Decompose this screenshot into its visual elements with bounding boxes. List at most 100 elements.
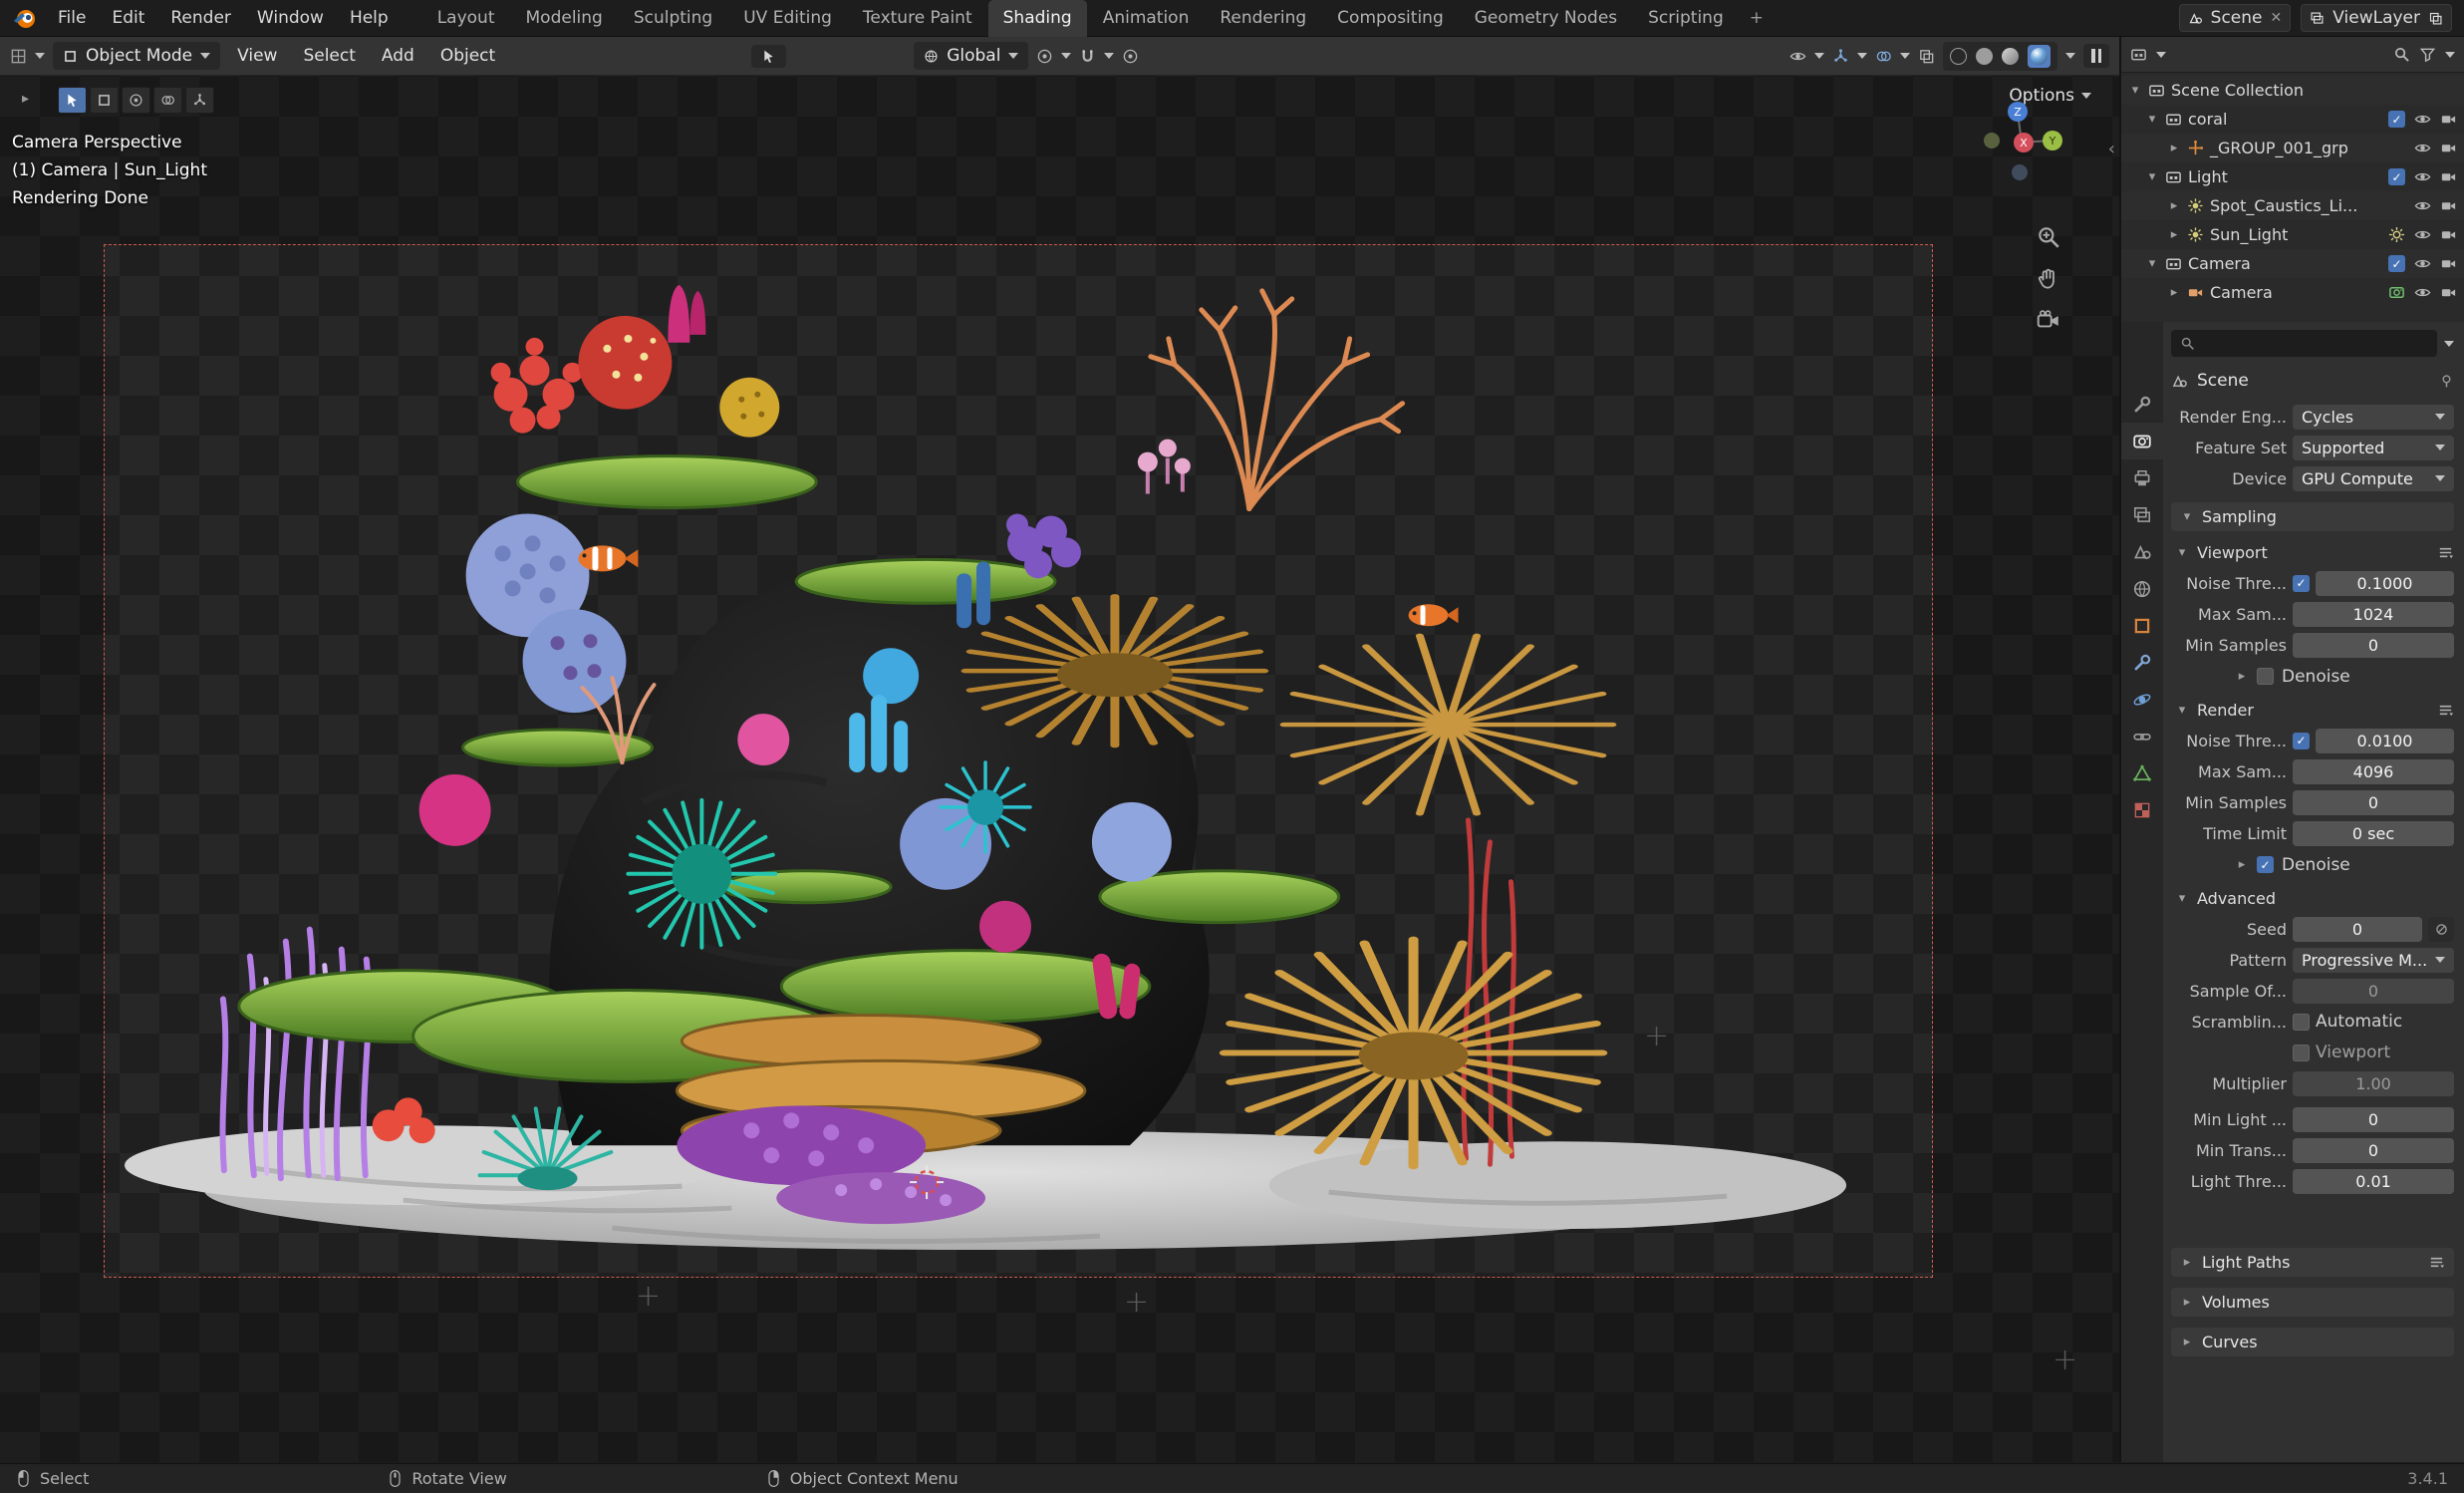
r-denoise-checkbox[interactable]: [2257, 856, 2274, 873]
wireframe-shading-button[interactable]: [1950, 48, 1967, 65]
vp-max-samples-field[interactable]: 1024: [2293, 602, 2454, 627]
r-denoise-expand-icon[interactable]: ▸: [2235, 857, 2249, 872]
tab-modeling[interactable]: Modeling: [511, 0, 618, 37]
group-render-camera-icon[interactable]: [2440, 140, 2457, 156]
camera-hide-eye-icon[interactable]: [2414, 255, 2431, 272]
menu-view[interactable]: View: [228, 42, 286, 70]
blender-logo-icon[interactable]: [12, 5, 38, 31]
sampling-section-header[interactable]: ▾Sampling: [2171, 502, 2454, 531]
viewlayer-selector[interactable]: ViewLayer: [2301, 4, 2452, 32]
gizmo-neg-z-axis[interactable]: [2012, 164, 2028, 180]
coral-checkbox[interactable]: [2388, 111, 2405, 128]
tab-sculpting[interactable]: Sculpting: [619, 0, 727, 37]
overlays-icon[interactable]: [1875, 48, 1892, 65]
add-workspace-button[interactable]: +: [1740, 0, 1774, 37]
time-limit-field[interactable]: 0 sec: [2293, 821, 2454, 846]
active-tool-button[interactable]: [751, 45, 786, 68]
camera-view-icon[interactable]: [2036, 308, 2061, 334]
menu-help[interactable]: Help: [338, 3, 401, 33]
tab-constraint-properties[interactable]: [2121, 718, 2163, 754]
pattern-dropdown[interactable]: Progressive M...: [2293, 948, 2454, 973]
render-subsection-header[interactable]: ▾Render: [2171, 697, 2454, 723]
outliner-row-scene-collection[interactable]: ▾ Scene Collection: [2121, 76, 2464, 105]
sun-hide-eye-icon[interactable]: [2414, 226, 2431, 243]
snap-controls[interactable]: [1079, 48, 1114, 65]
tweak-tool-button[interactable]: [58, 87, 87, 114]
volumes-section-header[interactable]: ▸Volumes: [2171, 1288, 2454, 1317]
pause-render-button[interactable]: [2083, 44, 2109, 68]
vp-denoise-expand-icon[interactable]: ▸: [2235, 669, 2249, 684]
render-engine-dropdown[interactable]: Cycles: [2293, 405, 2454, 430]
tab-object-properties[interactable]: [2121, 607, 2163, 644]
outliner-editor-caret[interactable]: [2156, 52, 2166, 58]
tab-shading[interactable]: Shading: [988, 0, 1087, 37]
min-transparent-bounces-field[interactable]: 0: [2293, 1138, 2454, 1163]
tab-animation[interactable]: Animation: [1088, 0, 1205, 37]
light-paths-preset-icon[interactable]: [2428, 1254, 2445, 1271]
outliner-row-camera-object[interactable]: ▸ Camera: [2121, 278, 2464, 307]
pin-icon[interactable]: [2439, 374, 2454, 389]
navigation-gizmo[interactable]: Z Y X: [1976, 99, 2067, 190]
outliner-row-camera-collection[interactable]: ▾ Camera: [2121, 249, 2464, 278]
viewport-subsection-header[interactable]: ▾Viewport: [2171, 539, 2454, 565]
gizmo-x-axis[interactable]: X: [2014, 133, 2034, 152]
cursor-tool-button[interactable]: [185, 87, 214, 114]
curves-section-header[interactable]: ▸Curves: [2171, 1328, 2454, 1356]
tab-output-properties[interactable]: [2121, 459, 2163, 496]
tab-physics-properties[interactable]: [2121, 681, 2163, 718]
outliner-editor-icon[interactable]: [2130, 46, 2147, 63]
advanced-subsection-header[interactable]: ▾Advanced: [2171, 885, 2454, 911]
transform-orientation-dropdown[interactable]: Global: [914, 42, 1028, 70]
outliner-row-light-collection[interactable]: ▾ Light: [2121, 162, 2464, 191]
tab-render-properties[interactable]: [2121, 423, 2163, 459]
mode-dropdown[interactable]: Object Mode: [53, 42, 220, 70]
r-noise-threshold-field[interactable]: 0.0100: [2316, 729, 2454, 753]
render-preset-icon[interactable]: [2437, 702, 2454, 719]
material-shading-button[interactable]: [2002, 48, 2019, 65]
light-render-camera-icon[interactable]: [2440, 168, 2457, 185]
gizmo-y-axis[interactable]: Y: [2043, 131, 2062, 150]
select-lasso-tool-button[interactable]: [153, 87, 182, 114]
outliner-row-coral[interactable]: ▾ coral: [2121, 105, 2464, 134]
multiplier-field[interactable]: 1.00: [2293, 1071, 2454, 1096]
vp-denoise-checkbox[interactable]: [2257, 668, 2274, 685]
camera-render-camera-icon[interactable]: [2440, 255, 2457, 272]
tab-data-properties[interactable]: [2121, 754, 2163, 791]
tab-texture-paint[interactable]: Texture Paint: [848, 0, 987, 37]
spot-render-camera-icon[interactable]: [2440, 197, 2457, 214]
scene-selector[interactable]: Scene ✕: [2179, 4, 2292, 32]
outliner-filter-icon[interactable]: [2419, 46, 2436, 63]
tab-world-properties[interactable]: [2121, 570, 2163, 607]
editor-type-caret[interactable]: [35, 53, 45, 59]
light-paths-section-header[interactable]: ▸Light Paths: [2171, 1248, 2454, 1277]
show-object-types-eye-icon[interactable]: [1789, 48, 1806, 65]
outliner-row-spot-light[interactable]: ▸ Spot_Caustics_Li...: [2121, 191, 2464, 220]
feature-set-dropdown[interactable]: Supported: [2293, 436, 2454, 460]
unlink-scene-icon[interactable]: ✕: [2271, 10, 2283, 26]
menu-add[interactable]: Add: [373, 42, 423, 70]
gizmo-z-axis[interactable]: Z: [2008, 102, 2028, 122]
sun-render-camera-icon[interactable]: [2440, 226, 2457, 243]
vp-noise-threshold-field[interactable]: 0.1000: [2316, 571, 2454, 596]
gizmo-neg-x-axis[interactable]: [1984, 133, 2000, 149]
seed-field[interactable]: 0: [2293, 917, 2422, 942]
xray-icon[interactable]: [1918, 48, 1935, 65]
group-hide-eye-icon[interactable]: [2414, 140, 2431, 156]
tab-texture-properties[interactable]: [2121, 791, 2163, 828]
coral-hide-eye-icon[interactable]: [2414, 111, 2431, 128]
menu-edit[interactable]: Edit: [100, 3, 156, 33]
zoom-icon[interactable]: [2036, 224, 2061, 250]
select-circle-tool-button[interactable]: [122, 87, 150, 114]
select-box-tool-button[interactable]: [90, 87, 119, 114]
tab-rendering[interactable]: Rendering: [1205, 0, 1321, 37]
r-max-samples-field[interactable]: 4096: [2293, 759, 2454, 784]
sample-offset-field[interactable]: 0: [2293, 979, 2454, 1004]
outliner-row-sun-light[interactable]: ▸ Sun_Light: [2121, 220, 2464, 249]
light-threshold-field[interactable]: 0.01: [2293, 1169, 2454, 1194]
tab-compositing[interactable]: Compositing: [1322, 0, 1459, 37]
viewport-preset-icon[interactable]: [2437, 544, 2454, 561]
sun-data-icon[interactable]: [2388, 226, 2405, 243]
vp-min-samples-field[interactable]: 0: [2293, 633, 2454, 658]
min-light-bounces-field[interactable]: 0: [2293, 1107, 2454, 1132]
tool-settings-expand-icon[interactable]: ▸: [22, 91, 29, 107]
